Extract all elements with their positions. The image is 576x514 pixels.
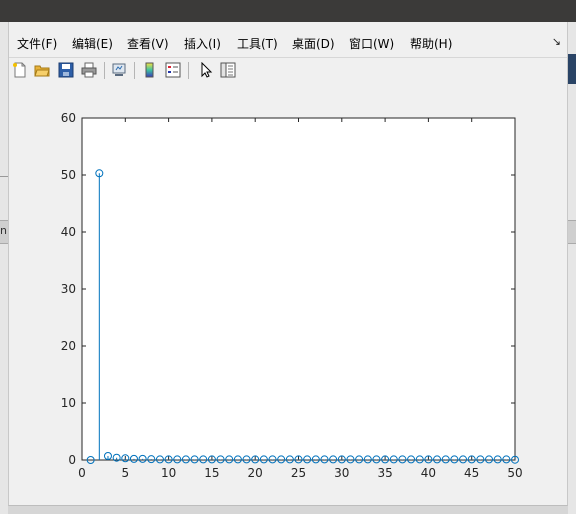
- y-tick-label: 10: [61, 396, 76, 410]
- x-tick-label: 50: [507, 466, 522, 480]
- x-tick-label: 0: [78, 466, 86, 480]
- y-tick-label: 30: [61, 282, 76, 296]
- x-tick-label: 5: [121, 466, 129, 480]
- y-tick-label: 40: [61, 225, 76, 239]
- desktop-left-line: [0, 176, 8, 177]
- desktop-left-char: n: [0, 224, 7, 237]
- x-tick-label: 10: [161, 466, 176, 480]
- desktop-right-strip: [568, 22, 576, 514]
- y-tick-label: 0: [68, 453, 76, 467]
- desktop-right-blue: [568, 54, 576, 84]
- x-tick-label: 30: [334, 466, 349, 480]
- x-tick-label: 20: [248, 466, 263, 480]
- y-tick-label: 60: [61, 111, 76, 125]
- x-tick-label: 15: [204, 466, 219, 480]
- desktop-left-strip: [0, 22, 8, 514]
- desktop-right-bar: [568, 220, 576, 244]
- figure-window: 文件(F) 编辑(E) 查看(V) 插入(I) 工具(T) 桌面(D) 窗口(W…: [8, 22, 568, 506]
- y-tick-label: 50: [61, 168, 76, 182]
- x-tick-label: 45: [464, 466, 479, 480]
- x-tick-label: 25: [291, 466, 306, 480]
- stem-plot: 0 5 10 15 20 25 30 35 40 45 50 0 10 20 30 40 50 60: [61, 111, 523, 480]
- y-tick-label: 20: [61, 339, 76, 353]
- x-tick-label: 40: [421, 466, 436, 480]
- desktop-top-bar: [0, 0, 576, 22]
- x-tick-label: 35: [377, 466, 392, 480]
- axes-box: [81, 117, 516, 461]
